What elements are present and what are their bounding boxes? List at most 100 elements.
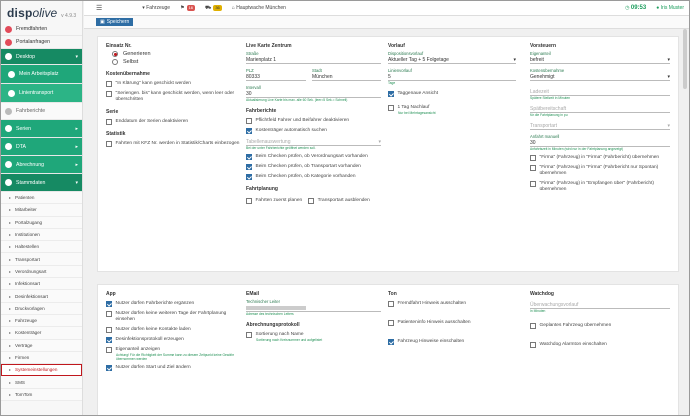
sidebar-subitem-desinfektionsart[interactable]: ▸ Desinfektionsart [1, 290, 82, 303]
checkbox-enddatum[interactable]: Enddatum der Serien deaktivieren [106, 119, 241, 125]
sidebar-subitem-sms[interactable]: ▸ SMS [1, 376, 82, 389]
checkbox-keine-kontakte[interactable]: Nutzer dürfen keine Kontakte laden [106, 327, 241, 333]
save-button[interactable]: ▣ Speichern [96, 18, 134, 26]
column-ton: Ton Fremdfahrt Hinweis ausschalten Patie… [388, 285, 516, 349]
checkbox-icon [388, 301, 394, 307]
menu-icon[interactable]: ☰ [96, 4, 102, 12]
tech-leiter-email-input[interactable] [246, 304, 381, 312]
sidebar-subitem-tomtom[interactable]: ▸ TomTom [1, 388, 82, 402]
checkbox-checked-icon [388, 339, 394, 345]
sidebar-item-desktop[interactable]: Desktop ▾ [1, 49, 82, 65]
sidebar-subitem-kostentr-ger[interactable]: ▸ Kostenträger [1, 327, 82, 340]
sidebar-item-mein-arbeitsplatz[interactable]: Mein Arbeitsplatz [1, 65, 82, 84]
sidebar-item-serien[interactable]: Serien ▸ [1, 120, 82, 138]
sidebar: disp olive v 4.9.3 Fremdfahrten Portalanf… [1, 1, 83, 415]
sidebar-item-stammdaten[interactable]: Stammdaten ▾ [1, 174, 82, 192]
wache-selector[interactable]: ⌂ Hauptwache München [232, 5, 286, 11]
checkbox-taggenaue-ansicht[interactable]: Taggenaue Ansicht [388, 91, 516, 97]
scrollbar[interactable] [683, 29, 687, 89]
user-menu[interactable]: ● Iris Muster [656, 5, 684, 11]
sidebar-subitem-verordnungsart[interactable]: ▸ Verordnungsart [1, 265, 82, 279]
radio-selbst[interactable]: Selbst [112, 59, 241, 65]
checkbox-label: "In Klärung" kann geschickt werden [115, 81, 191, 86]
sidebar-subitem-firmen[interactable]: ▸ Firmen [1, 351, 82, 365]
patient-counter[interactable]: ⚑ 16 [180, 5, 196, 11]
radio-icon [112, 59, 118, 65]
sidebar-item-fahrberichte[interactable]: Fahrberichte [1, 103, 82, 120]
checkbox-seriengen[interactable]: "Seriengen. bis" kann geschickt werden, … [106, 91, 241, 103]
checkbox-fahrberichte-ergaenzen[interactable]: Nutzer dürfen Fahrberichte ergänzen [106, 301, 241, 307]
sidebar-item-dta[interactable]: DTA ▸ [1, 138, 82, 156]
checkbox-firma-empfangen[interactable]: "Firma" (Fahrzeug) in "Empfangen über" (… [530, 181, 670, 193]
sidebar-item-linientransport[interactable]: Linientransport [1, 84, 82, 103]
vehicle-counter[interactable]: ⛟ 36 [205, 5, 222, 12]
checkbox-kostentraeger-auto[interactable]: Kostenträger automatisch suchen [246, 128, 381, 134]
section-heading: App [106, 291, 116, 297]
checkbox-fahrten-zuerst-planen[interactable]: Fahrten zuerst planen [246, 198, 302, 204]
section-heading: Fahrtplanung [246, 186, 278, 192]
chevron-down-icon: ▾ [513, 57, 516, 63]
save-bar: ▣ Speichern [84, 16, 689, 29]
select-placeholder: Transportart [530, 123, 558, 129]
kostenuebernahme-select[interactable]: Genehmigt ▾ [530, 73, 670, 81]
checkbox-label: Beim Checken prüfen, ob Kategorie vorhan… [255, 174, 356, 179]
checkbox-pflichtfeld[interactable]: Pflichtfeld Fahrer und Beifahrer deaktiv… [246, 118, 381, 124]
ladezeit-input[interactable]: Ladezeit [530, 88, 670, 96]
nav-dot-icon [5, 125, 12, 132]
checkbox-verordnungsart[interactable]: Beim Checken prüfen, ob Verordnungsart v… [246, 154, 381, 160]
chevron-down-icon: ▾ [667, 74, 670, 80]
sidebar-subitem-haltestellen[interactable]: ▸ Haltestellen [1, 241, 82, 254]
transportart-select[interactable]: Transportart ▾ [530, 122, 670, 130]
radio-generieren[interactable]: Generieren [112, 51, 241, 57]
plz-input[interactable]: 80333 [246, 73, 306, 81]
linienvorlauf-input[interactable]: 5 [388, 73, 516, 81]
strasse-input[interactable]: Marienplatz 1 [246, 56, 381, 64]
checkbox-desinfektionsprotokoll[interactable]: Desinfektionsprotokoll erzeugen [106, 337, 241, 343]
checkbox-patienteninfo-hinweis[interactable]: Patienteninfo Hinweis ausschalten [388, 320, 516, 326]
checkbox-keine-weiteren-tage[interactable]: Nutzer dürfen keine weiteren Tage der Fa… [106, 311, 241, 323]
sidebar-subitem-institutionen[interactable]: ▸ Institutionen [1, 228, 82, 242]
chevron-down-icon: ▾ [667, 123, 670, 129]
sidebar-subitem-systemeinstellungen[interactable]: ▸ Systemeinstellungen [1, 364, 82, 377]
intervall-input[interactable]: 30 [246, 90, 381, 98]
checkbox-fahrzeug-hinweise[interactable]: Fahrzeug Hinweise einschalten [388, 339, 516, 345]
sidebar-item-fremdfahrten[interactable]: Fremdfahrten [1, 23, 82, 36]
field-help: Tage [388, 81, 396, 85]
sidebar-subitem-fahrzeuge[interactable]: ▸ Fahrzeuge [1, 314, 82, 328]
dispositionsvorlauf-select[interactable]: Aktueller Tag + 5 Folgetage ▾ [388, 56, 516, 64]
sidebar-subitem-label: Haltestellen [15, 244, 40, 250]
checkbox-transportart[interactable]: Beim Checken prüfen, ob Transportart vor… [246, 164, 381, 170]
fahrzeuge-dropdown[interactable]: ▾ Fahrzeuge [142, 5, 170, 11]
sidebar-item-abrechnung[interactable]: Abrechnung ▸ [1, 156, 82, 174]
sidebar-subitem-mitarbeiter[interactable]: ▸ Mitarbeiter [1, 204, 82, 217]
anfahrt-input[interactable]: 30 [530, 139, 670, 147]
eigenanteil-select[interactable]: befreit ▾ [530, 56, 670, 64]
checkbox-transportart-ausblenden[interactable]: Transportart ausblenden [308, 198, 370, 204]
checkbox-firma-fahrbericht[interactable]: "Firma" (Fahrzeug) in "Firma" (Fahrberic… [530, 155, 670, 161]
sidebar-subitem-transportart[interactable]: ▸ Transportart [1, 253, 82, 266]
sidebar-subitem-vertr-ge[interactable]: ▸ Verträge [1, 339, 82, 352]
ueberwachungsvorlauf-input[interactable]: Überwachungsvorlauf [530, 301, 670, 309]
sidebar-subitem-patienten[interactable]: ▸ Patienten [1, 192, 82, 205]
checkbox-geplantes-fahrzeug[interactable]: Geplantes Fahrzeug übernehmen [530, 323, 670, 329]
sidebar-subitem-druckvorlagen[interactable]: ▸ Druckvorlagen [1, 302, 82, 315]
checkbox-icon [106, 141, 112, 147]
checkbox-fremdfahrt-hinweis[interactable]: Fremdfahrt Hinweis ausschalten [388, 301, 516, 307]
checkbox-firma-spontan[interactable]: "Firma" (Fahrzeug) in "Firma" (Fahrberic… [530, 165, 670, 177]
spaetbereitschaft-input[interactable]: Spätbereitschaft [530, 105, 670, 113]
field-help: Anfahrtszeit in Minuten (wird nur in der… [530, 147, 624, 151]
sidebar-subitem-portalzugang[interactable]: ▸ Portalzugang [1, 216, 82, 229]
checkbox-start-ziel-aendern[interactable]: Nutzer dürfen Start und Ziel ändern [106, 365, 241, 371]
checkbox-watchdog-alarmton[interactable]: Watchdog Alarmton einschalten [530, 342, 670, 348]
sidebar-item-label: Serien [16, 125, 31, 132]
sidebar-subitem-label: Verträge [15, 342, 33, 348]
column-vorsteuern: Vorsteuern Eigenanteil befreit ▾ Kostenüb… [530, 37, 670, 197]
checkbox-kategorie[interactable]: Beim Checken prüfen, ob Kategorie vorhan… [246, 174, 381, 180]
chevron-right-icon: ▸ [9, 293, 12, 299]
sidebar-subitem-infektionsart[interactable]: ▸ Infektionsart [1, 278, 82, 291]
checkbox-statistik[interactable]: Fahrten mit KFZ Nr. werden in Statistik/… [106, 141, 241, 147]
sidebar-item-portalanfragen[interactable]: Portalanfragen [1, 36, 82, 49]
checkbox-in-klaerung[interactable]: "In Klärung" kann geschickt werden [106, 81, 241, 87]
stadt-input[interactable]: München [312, 73, 381, 81]
tabellenauswertung-select[interactable]: Tabellenauswertung ▾ [246, 138, 381, 146]
